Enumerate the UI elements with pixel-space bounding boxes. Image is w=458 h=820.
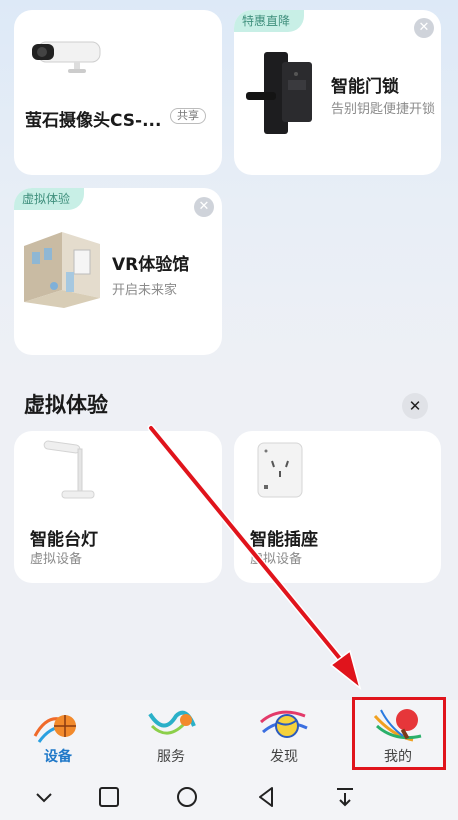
annotation-highlight-box bbox=[352, 697, 446, 770]
